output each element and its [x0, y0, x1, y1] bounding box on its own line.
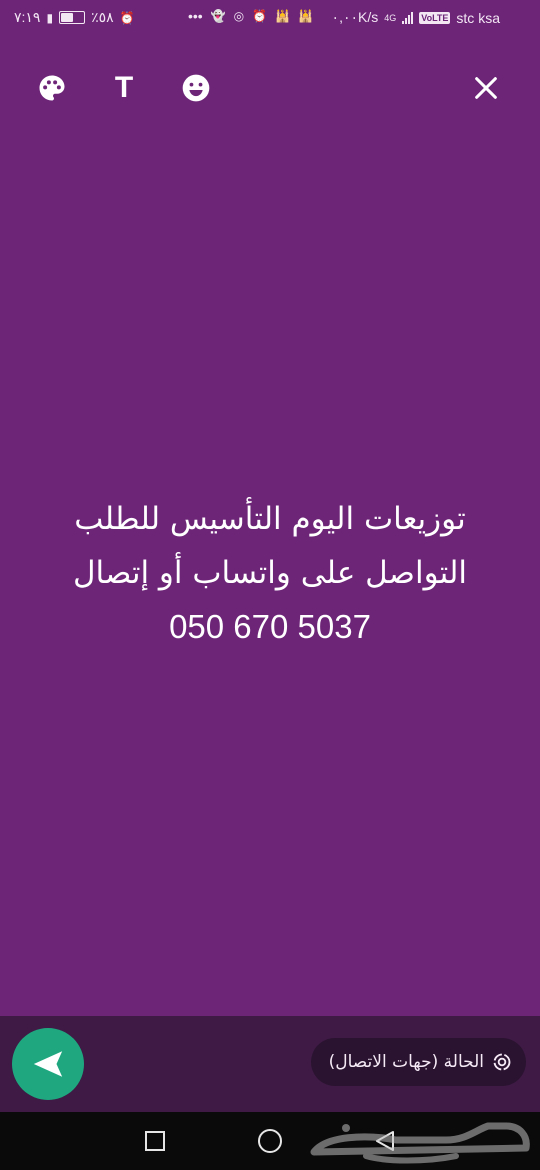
send-button[interactable] — [12, 1028, 84, 1100]
status-right: ٠,٠٠K/s 4G VoLTE stc ksa — [332, 9, 500, 26]
status-icon — [493, 1053, 511, 1071]
status-text-input[interactable]: توزيعات اليوم التأسيس للطلب التواصل على … — [40, 492, 500, 654]
notification-icons: ••• 👻 ◎ ⏰ 🕌 🕌 — [188, 8, 313, 24]
home-button[interactable] — [255, 1126, 285, 1156]
battery-icon — [59, 11, 86, 24]
snapchat-icon: 👻 — [210, 9, 226, 23]
carrier-name: stc ksa — [456, 9, 500, 26]
status-left: ٧:١٩ ▮ ٪٥٨ ⏰ — [14, 9, 135, 26]
battery-percent: ٪٥٨ — [91, 9, 114, 25]
status-line-2: التواصل على واتساب أو إتصال — [72, 555, 468, 591]
mosque-icon-2: 🕌 — [298, 9, 314, 23]
status-line-1: توزيعات اليوم التأسيس للطلب — [74, 501, 466, 537]
overflow-icon: ••• — [188, 8, 203, 24]
square-icon — [145, 1131, 165, 1151]
emoji-icon — [182, 74, 210, 102]
mosque-icon: 🕌 — [275, 9, 291, 23]
circle-icon — [258, 1129, 282, 1153]
palette-button[interactable] — [32, 68, 72, 108]
text-style-button[interactable]: T — [104, 68, 144, 108]
network-type: 4G — [384, 12, 397, 23]
send-icon — [33, 1051, 63, 1077]
status-audience-button[interactable]: الحالة (جهات الاتصال) — [310, 1038, 526, 1086]
signal-icon — [402, 11, 414, 24]
emoji-button[interactable] — [176, 68, 216, 108]
battery-fill — [61, 13, 74, 22]
clock-time: ٧:١٩ — [14, 9, 41, 25]
status-audience-label: الحالة (جهات الاتصال) — [328, 1052, 484, 1072]
haraj-watermark-logo — [310, 1122, 530, 1164]
close-button[interactable] — [466, 68, 506, 108]
volte-badge: VoLTE — [419, 11, 451, 24]
network-speed: ٠,٠٠K/s — [331, 9, 379, 25]
status-phone-number: 050 670 5037 — [169, 608, 371, 645]
alarm-icon: ⏰ — [119, 10, 135, 25]
sim-icon: ▮ — [46, 10, 54, 25]
alarm-notification-icon: ⏰ — [252, 9, 268, 23]
palette-icon — [39, 75, 65, 101]
hotspot-icon: ◎ — [233, 9, 245, 23]
recents-button[interactable] — [140, 1126, 170, 1156]
status-bar: ٧:١٩ ▮ ٪٥٨ ⏰ ••• 👻 ◎ ⏰ 🕌 🕌 ٠,٠٠K/s 4G Vo… — [0, 0, 540, 36]
bottom-panel: الحالة (جهات الاتصال) — [0, 1016, 540, 1112]
status-editor-toolbar: T — [0, 68, 540, 108]
close-icon — [475, 77, 497, 99]
text-tool-icon: T — [114, 71, 134, 104]
